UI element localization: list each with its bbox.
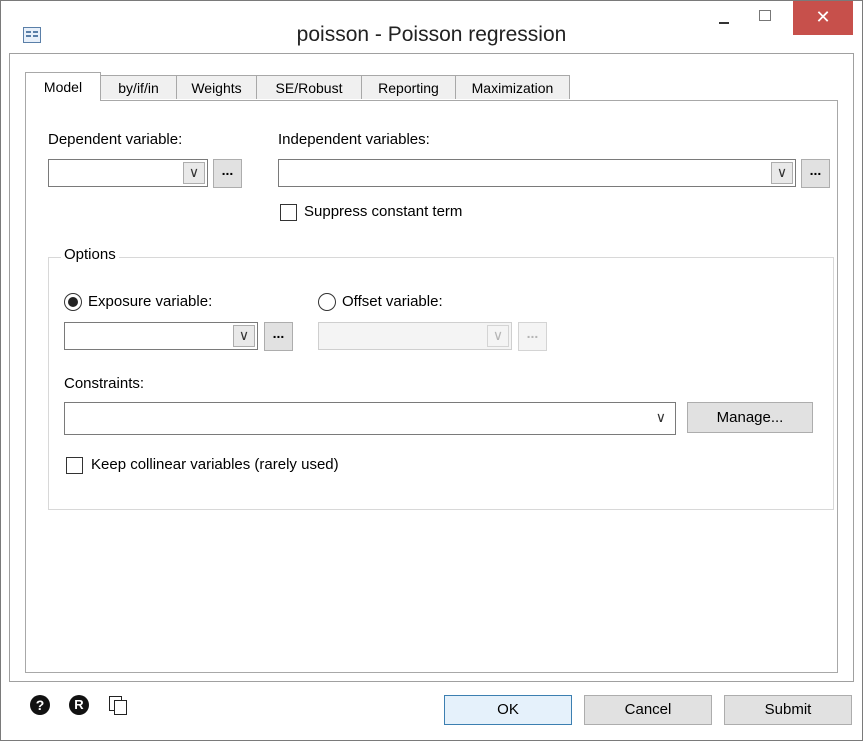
suppress-constant-label: Suppress constant term (304, 203, 463, 220)
chevron-down-icon: ∨ (655, 409, 666, 425)
close-button[interactable]: ✕ (793, 1, 853, 35)
ok-button[interactable]: OK (444, 695, 572, 725)
offset-radio[interactable] (318, 293, 336, 311)
exposure-radio[interactable] (64, 293, 82, 311)
minimize-button[interactable] (705, 1, 745, 37)
close-icon: ✕ (815, 7, 831, 27)
help-icon[interactable]: ? (30, 695, 50, 715)
suppress-constant-checkbox[interactable] (280, 204, 297, 221)
keep-collinear-label: Keep collinear variables (rarely used) (91, 456, 339, 473)
dependent-variable-combo[interactable]: ∨ (48, 159, 208, 187)
dependent-dropdown-button[interactable]: ∨ (183, 162, 205, 184)
title-bar[interactable]: poisson - Poisson regression ✕ (1, 1, 862, 53)
submit-button[interactable]: Submit (724, 695, 852, 725)
tab-reporting[interactable]: Reporting (361, 75, 456, 99)
chevron-down-icon: ∨ (188, 164, 200, 180)
chevron-down-icon: ∨ (238, 327, 250, 343)
independent-variables-combo[interactable]: ∨ (278, 159, 796, 187)
tab-weights[interactable]: Weights (176, 75, 257, 99)
manage-button[interactable]: Manage... (687, 402, 813, 433)
dependent-browse-button[interactable]: ... (213, 159, 242, 188)
minimize-icon (719, 22, 729, 24)
constraints-combo[interactable]: ∨ (64, 402, 676, 435)
keep-collinear-checkbox[interactable] (66, 457, 83, 474)
independent-variables-label: Independent variables: (278, 131, 430, 148)
independent-browse-button[interactable]: ... (801, 159, 830, 188)
exposure-variable-label: Exposure variable: (88, 293, 213, 310)
options-group-title: Options (61, 246, 119, 263)
tab-by-if-in[interactable]: by/if/in (100, 75, 177, 99)
tab-se-robust[interactable]: SE/Robust (256, 75, 362, 99)
radio-selected-dot (68, 297, 78, 307)
maximize-button[interactable] (745, 1, 785, 37)
maximize-icon (759, 10, 771, 21)
offset-variable-label: Offset variable: (342, 293, 443, 310)
exposure-dropdown-button[interactable]: ∨ (233, 325, 255, 347)
reset-icon[interactable]: R (69, 695, 89, 715)
offset-browse-button[interactable]: ... (518, 322, 547, 351)
chevron-down-icon: ∨ (492, 327, 504, 343)
cancel-button[interactable]: Cancel (584, 695, 712, 725)
exposure-variable-combo[interactable]: ∨ (64, 322, 258, 350)
offset-variable-combo[interactable]: ∨ (318, 322, 512, 350)
tab-maximization[interactable]: Maximization (455, 75, 570, 99)
copy-command-icon[interactable] (108, 695, 128, 715)
offset-dropdown-button[interactable]: ∨ (487, 325, 509, 347)
constraints-label: Constraints: (64, 375, 145, 392)
dependent-variable-label: Dependent variable: (48, 131, 183, 148)
independent-dropdown-button[interactable]: ∨ (771, 162, 793, 184)
tab-model[interactable]: Model (25, 72, 101, 101)
chevron-down-icon: ∨ (776, 164, 788, 180)
exposure-browse-button[interactable]: ... (264, 322, 293, 351)
